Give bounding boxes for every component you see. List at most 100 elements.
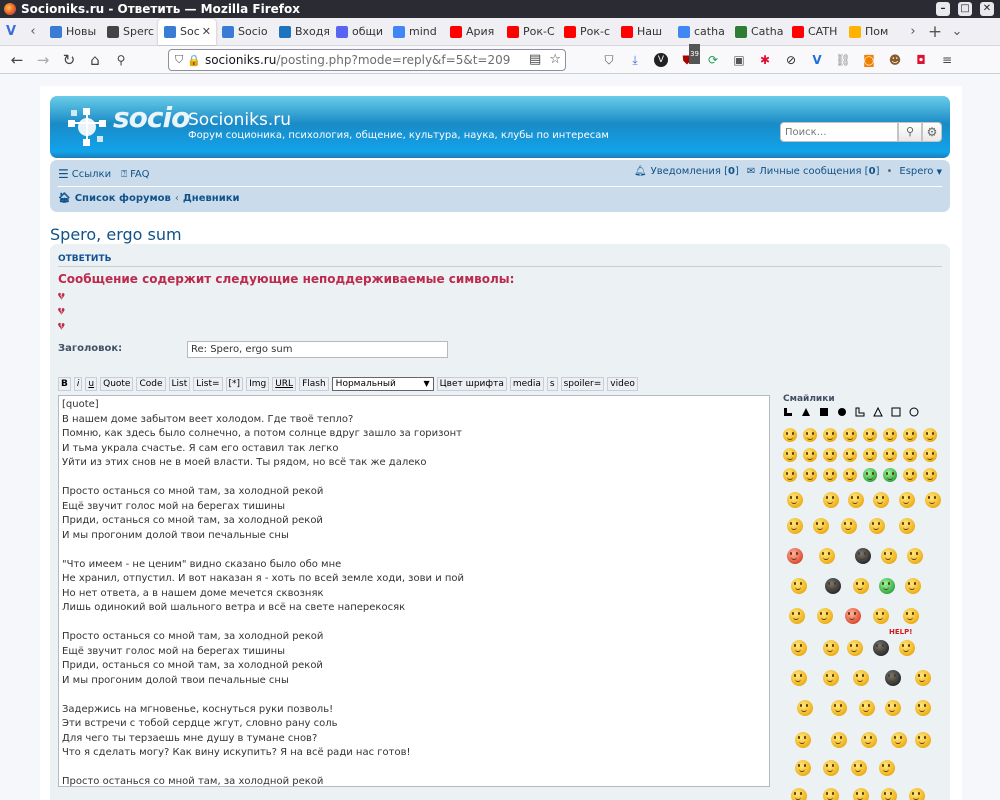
font-color-button[interactable]: Цвет шрифта [436,376,507,391]
smiley-icon[interactable] [825,578,841,594]
smiley-icon[interactable] [853,788,869,800]
smiley-icon[interactable] [791,788,807,800]
smiley-icon[interactable] [787,492,803,508]
video-button[interactable]: video [607,376,638,391]
monkey-icon[interactable]: ☻ [884,50,906,70]
flash-button[interactable]: Flash [299,376,329,391]
smiley-icon[interactable] [925,492,941,508]
list-button[interactable]: List [168,376,191,391]
smiley-icon[interactable] [883,448,897,462]
notifications-link[interactable]: Уведомления [0] [651,166,739,177]
browser-tab[interactable]: Новы [44,19,101,45]
user-menu[interactable]: Espero ▼ [899,166,942,177]
smiley-icon[interactable] [847,640,863,656]
list-item-button[interactable]: [*] [225,376,244,391]
v-check-icon[interactable]: V [806,50,828,70]
smiley-icon[interactable] [915,732,931,748]
reload-icon[interactable]: ↻ [56,48,82,72]
square-icon[interactable] [819,407,829,417]
smiley-icon[interactable] [883,468,897,482]
smiley-icon[interactable] [795,732,811,748]
menu-icon[interactable]: ≡ [936,50,958,70]
smiley-icon[interactable] [797,700,813,716]
logo-text[interactable]: socio [113,101,190,134]
breadcrumb-forums[interactable]: Список форумов [75,193,171,204]
media-button[interactable]: media [509,376,544,391]
smiley-icon[interactable] [903,608,919,624]
smiley-icon[interactable] [899,640,915,656]
strike-button[interactable]: s [546,376,558,391]
close-window-button[interactable]: ✕ [980,2,994,16]
faq-link[interactable]: ⍰ FAQ [121,169,149,180]
ordered-list-button[interactable]: List= [193,376,223,391]
smiley-icon[interactable] [823,788,839,800]
smiley-icon[interactable] [823,428,837,442]
smiley-icon[interactable] [855,548,871,564]
smiley-icon[interactable] [791,670,807,686]
browser-tab[interactable]: Пом [843,19,900,45]
search-input[interactable] [780,122,898,142]
smiley-icon[interactable] [859,700,875,716]
l-shape-icon[interactable] [783,407,793,417]
quote-button[interactable]: Quote [100,376,134,391]
forward-icon[interactable]: → [30,48,56,72]
smiley-icon[interactable] [851,760,867,776]
extension-icon[interactable]: ⚲ [108,48,134,72]
site-title[interactable]: Socioniks.ru [188,110,291,130]
smiley-icon[interactable] [879,578,895,594]
puzzle-icon[interactable]: ✱ [754,50,776,70]
link-icon[interactable]: ⛓ [832,50,854,70]
browser-tab[interactable]: Ария [444,19,501,45]
search-icon[interactable]: ⚲ [898,122,922,142]
spoiler-button[interactable]: spoiler= [560,376,605,391]
subject-input[interactable] [187,341,448,358]
smiley-icon[interactable] [843,428,857,442]
pocket-icon[interactable]: ⛉ [598,50,620,70]
screenshot-icon[interactable]: ◘ [910,50,932,70]
smiley-icon[interactable] [883,428,897,442]
url-bar[interactable]: ⛉ 🔒 socioniks.ru/posting.php?mode=reply&… [168,49,566,71]
smiley-icon[interactable] [791,578,807,594]
browser-tab[interactable]: Рок-с [558,19,615,45]
smiley-icon[interactable] [819,548,835,564]
scroll-tabs-left-icon[interactable]: ‹ [22,21,44,43]
sync-icon[interactable]: ⟳ [702,50,724,70]
downloads-icon[interactable]: ⤓ [624,50,646,70]
smiley-icon[interactable] [873,640,889,656]
smiley-icon[interactable] [873,608,889,624]
square-outline-icon[interactable] [891,407,901,417]
smiley-icon[interactable] [803,468,817,482]
reader-view-icon[interactable]: ▤ [529,52,541,67]
message-textarea[interactable]: [quote] В нашем доме забытом веет холодо… [58,395,770,787]
smiley-icon[interactable] [863,468,877,482]
smiley-icon[interactable] [905,578,921,594]
smiley-icon[interactable] [863,448,877,462]
smiley-icon[interactable] [923,428,937,442]
topic-title[interactable]: Spero, ergo sum [50,225,182,244]
underline-button[interactable]: u [85,376,98,391]
bold-button[interactable]: B [58,376,71,391]
italic-button[interactable]: i [73,376,83,391]
new-tab-icon[interactable]: + [924,21,946,43]
smiley-icon[interactable] [787,548,803,564]
browser-tab[interactable]: Наш [615,19,672,45]
list-tabs-icon[interactable]: ⌄ [946,21,968,43]
smiley-icon[interactable] [903,428,917,442]
smiley-icon[interactable] [823,448,837,462]
circle-icon[interactable] [837,407,847,417]
circle-outline-icon[interactable] [909,407,919,417]
smiley-icon[interactable] [795,760,811,776]
smiley-icon[interactable] [915,700,931,716]
ublock-icon[interactable]: ⛊ 39 [676,44,700,70]
minimize-button[interactable]: – [936,2,950,16]
home-icon[interactable]: ⌂ [82,48,108,72]
browser-tab[interactable]: Входя [273,19,330,45]
smiley-icon[interactable] [885,700,901,716]
links-menu[interactable]: ☰ Ссылки [58,167,111,181]
smiley-icon[interactable] [909,788,925,800]
smiley-icon[interactable] [907,548,923,564]
smiley-icon[interactable] [843,468,857,482]
maximize-button[interactable]: □ [958,2,972,16]
smiley-icon[interactable] [873,492,889,508]
browser-tab[interactable]: mind [387,19,444,45]
